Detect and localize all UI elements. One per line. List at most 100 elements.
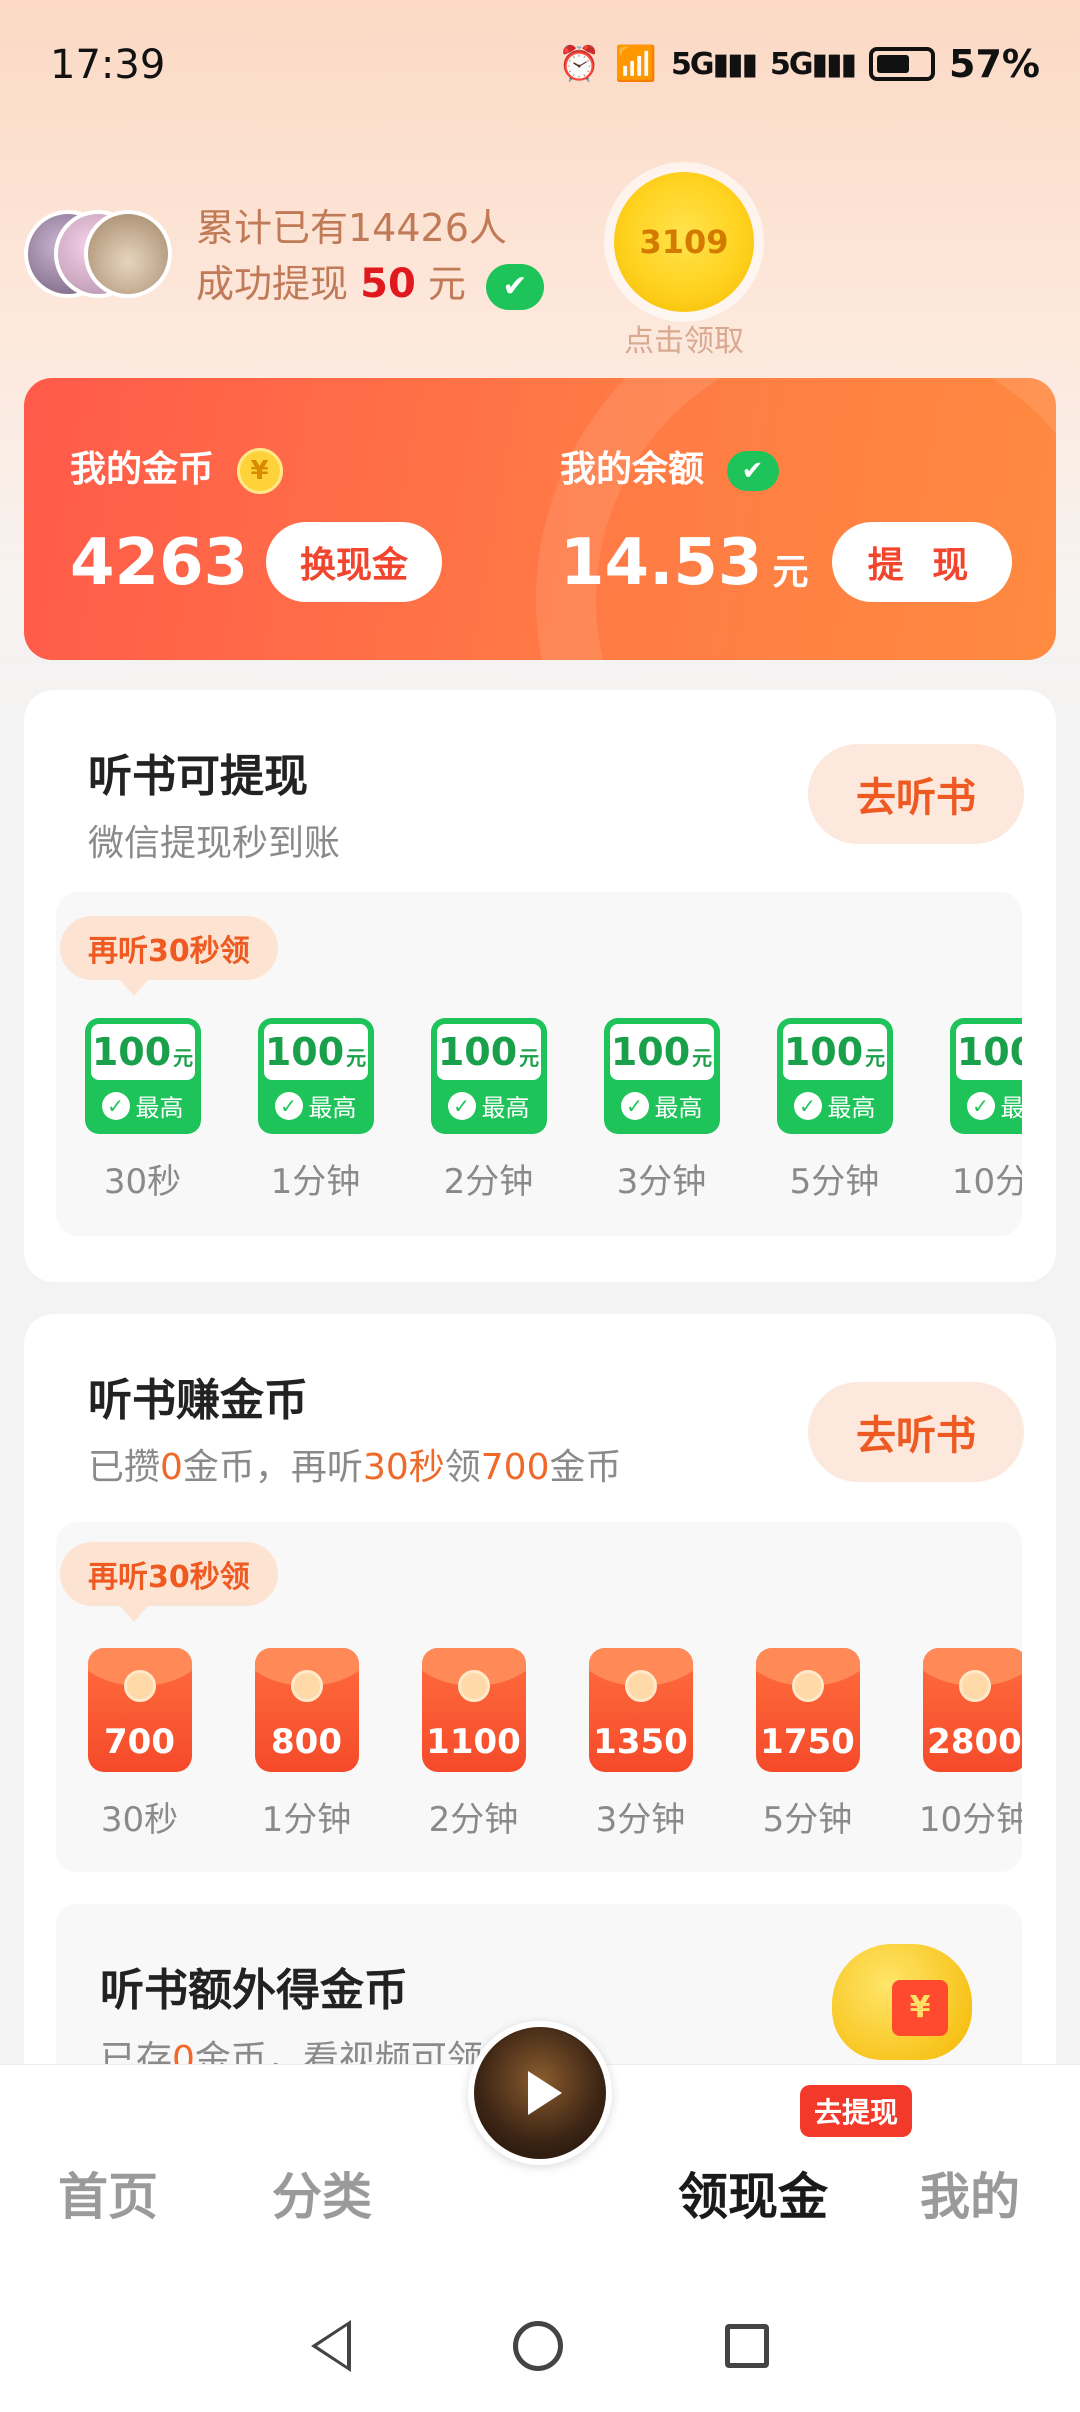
check-icon: ✓ xyxy=(793,1091,822,1120)
go-listen-button[interactable]: 去听书 xyxy=(808,744,1024,844)
listen-cash-card: 听书可提现 微信提现秒到账 去听书 再听30秒领 100 元 ✓ 最高 30秒 10… xyxy=(24,690,1056,1282)
cash-milestone[interactable]: 100 元 ✓ 最高 3分钟 xyxy=(575,1018,748,1203)
go-listen-button[interactable]: 去听书 xyxy=(808,1382,1024,1482)
milestone-time: 1分钟 xyxy=(270,1162,361,1202)
check-icon: ✓ xyxy=(620,1091,649,1120)
subtitle-highlight: 0 xyxy=(160,1447,183,1488)
cash-milestone-row: 100 元 ✓ 最高 30秒 100 元 ✓ 最高 1分钟 100 元 ✓ 最高 2分钟 xyxy=(56,1018,1022,1203)
cash-amount: 100 xyxy=(437,1030,518,1074)
audio-player-button[interactable] xyxy=(468,2021,612,2165)
subtitle-part: 金币 xyxy=(549,1447,622,1488)
coin-milestone[interactable]: 700 30秒 xyxy=(56,1648,223,1841)
withdraw-button[interactable]: 提 现 xyxy=(832,522,1012,602)
listen-coins-title: 听书赚金币 xyxy=(88,1375,308,1426)
battery-percent: 57% xyxy=(949,42,1040,86)
milestone-time: 30秒 xyxy=(103,1162,182,1202)
balance-label-text: 我的余额 xyxy=(560,449,705,490)
subtitle-part: 金币，再听 xyxy=(182,1447,363,1488)
coin-milestone-row: 700 30秒 800 1分钟 1100 2分钟 1350 3分钟 1750 5… xyxy=(56,1648,1022,1841)
balance-value-row: 14.53 元 xyxy=(560,526,808,600)
recents-icon[interactable] xyxy=(725,2324,769,2368)
milestone-time: 5分钟 xyxy=(789,1162,880,1202)
milestone-time: 1分钟 xyxy=(261,1800,352,1840)
milestone-time: 10分钟 xyxy=(918,1800,1022,1840)
cash-milestone[interactable]: 100 元 ✓ 最高 30秒 xyxy=(56,1018,229,1203)
cash-badge-label: 最高 xyxy=(827,1094,876,1122)
nav-mine[interactable]: 我的 xyxy=(920,2157,1020,2229)
cash-badge-label: 最高 xyxy=(135,1094,184,1122)
system-nav-bar xyxy=(0,2280,1080,2412)
cash-amount: 100 xyxy=(91,1030,172,1074)
coin-milestone[interactable]: 1750 5分钟 xyxy=(724,1648,891,1841)
cash-yuan: 元 xyxy=(173,1046,194,1070)
play-icon xyxy=(528,2071,562,2115)
cash-milestone[interactable]: 100 元 ✓ 最高 5分钟 xyxy=(748,1018,921,1203)
envelope-amount: 1750 xyxy=(760,1722,855,1762)
battery-icon xyxy=(869,47,936,81)
nav-cash[interactable]: 领现金 xyxy=(678,2157,828,2229)
cash-amount: 100 xyxy=(610,1030,691,1074)
extra-coins-title: 听书额外得金币 xyxy=(100,1965,408,2016)
red-envelope-icon: 700 xyxy=(87,1648,192,1772)
cash-yuan: 元 xyxy=(692,1046,713,1070)
coin-milestones: 再听30秒领 700 30秒 800 1分钟 1100 2分钟 1350 3分钟… xyxy=(56,1522,1022,1872)
balance-unit: 元 xyxy=(772,552,809,593)
coins-label-text: 我的金币 xyxy=(70,449,215,490)
signal-label: 5G xyxy=(770,46,813,82)
check-icon: ✓ xyxy=(101,1091,130,1120)
cash-badge-label: 最高 xyxy=(481,1094,530,1122)
coins-label: 我的金币 ¥ xyxy=(70,440,283,494)
envelope-amount: 800 xyxy=(271,1722,342,1762)
cash-yuan: 元 xyxy=(519,1046,540,1070)
coin-bubble-value: 3109 xyxy=(639,223,729,261)
cash-milestone[interactable]: 100 元 ✓ 最高 1分钟 xyxy=(229,1018,402,1203)
milestone-time: 5分钟 xyxy=(762,1800,853,1840)
cash-voucher: 100元 ✓最高 xyxy=(430,1018,547,1134)
status-bar: 17:39 ⏰ 📶 5G▮▮▮ 5G▮▮▮ 57% xyxy=(0,0,1080,135)
envelope-amount: 1350 xyxy=(593,1722,688,1762)
coin-milestone[interactable]: 1100 2分钟 xyxy=(390,1648,557,1841)
signal-icon: 5G▮▮▮ xyxy=(670,46,758,82)
listen-tip: 再听30秒领 xyxy=(60,1542,278,1622)
cash-voucher: 100元 ✓最高 xyxy=(603,1018,720,1134)
nav-category[interactable]: 分类 xyxy=(272,2157,372,2229)
avatar xyxy=(84,210,172,298)
coin-milestone[interactable]: 1350 3分钟 xyxy=(557,1648,724,1841)
check-icon: ✓ xyxy=(966,1091,995,1120)
withdraw-badge[interactable]: 去提现 xyxy=(800,2085,913,2137)
cash-amount: 100 xyxy=(783,1030,864,1074)
nav-home[interactable]: 首页 xyxy=(58,2157,158,2229)
home-icon[interactable] xyxy=(513,2321,563,2371)
subtitle-highlight: 700 xyxy=(480,1447,550,1488)
envelope-amount: 700 xyxy=(104,1722,175,1762)
cash-milestone[interactable]: 100 元 ✓ 最高 2分钟 xyxy=(402,1018,575,1203)
exchange-cash-button[interactable]: 换现金 xyxy=(266,522,442,602)
withdraw-stats: 累计已有14426人 成功提现 50 元 ✔ xyxy=(196,200,544,312)
coin-milestone[interactable]: 2800 10分钟 xyxy=(891,1648,1022,1841)
cash-milestones: 再听30秒领 100 元 ✓ 最高 30秒 100 元 ✓ 最高 1分钟 100 元 ✓ xyxy=(56,892,1022,1236)
yuan-tag-icon: ¥ xyxy=(892,1980,948,2036)
back-icon[interactable] xyxy=(311,2320,351,2372)
balance-value: 14.53 xyxy=(560,526,763,600)
coin-milestone[interactable]: 800 1分钟 xyxy=(223,1648,390,1841)
check-icon: ✓ xyxy=(274,1091,303,1120)
listen-cash-title: 听书可提现 xyxy=(88,751,308,802)
listen-tip: 再听30秒领 xyxy=(60,916,278,996)
wechat-icon: ✔ xyxy=(726,451,779,491)
coin-bubble[interactable]: 3109 xyxy=(614,172,754,312)
red-envelope-icon: 1750 xyxy=(755,1648,860,1772)
milestone-time: 10分钟 xyxy=(951,1162,1022,1202)
coins-value: 4263 xyxy=(70,526,249,600)
balance-label: 我的余额 ✔ xyxy=(560,440,779,492)
coin-bubble-caption[interactable]: 点击领取 xyxy=(614,316,754,360)
cash-yuan: 元 xyxy=(346,1046,367,1070)
listen-coins-subtitle: 已攒0金币，再听30秒领700金币 xyxy=(88,1438,622,1490)
wechat-check-icon: ✔ xyxy=(485,263,544,310)
status-time: 17:39 xyxy=(50,42,166,88)
milestone-time: 2分钟 xyxy=(428,1800,519,1840)
cash-badge-label: 最高 xyxy=(1000,1094,1023,1122)
cash-milestone[interactable]: 100元 ✓最高 10分钟 xyxy=(921,1018,1022,1203)
withdraw-unit: 元 xyxy=(427,262,466,306)
status-icons: ⏰ 📶 5G▮▮▮ 5G▮▮▮ 57% xyxy=(558,42,1040,86)
coin-icon: ¥ xyxy=(236,448,283,494)
